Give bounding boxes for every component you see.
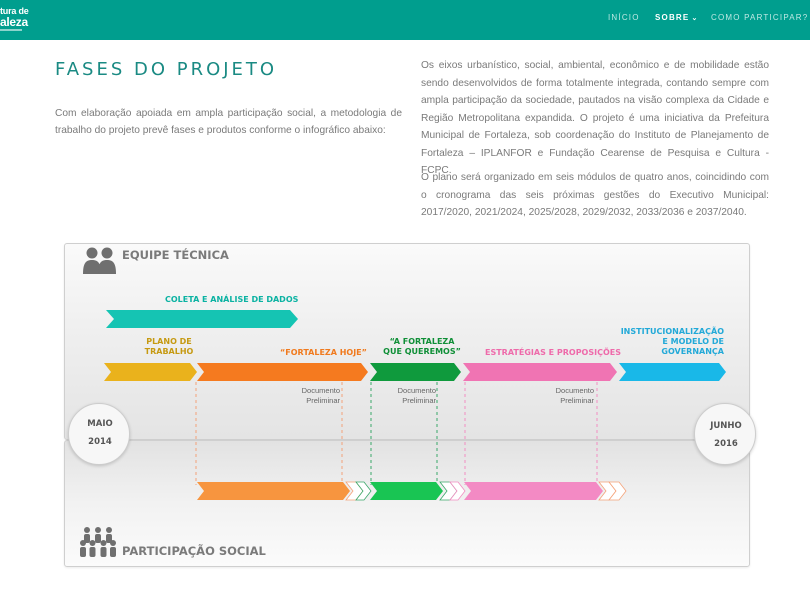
- nav-sobre[interactable]: SOBRE ⌄: [655, 13, 699, 22]
- phase-label-plano-text: PLANO DE TRABALHO: [144, 337, 194, 356]
- collection-arrow: [106, 310, 298, 328]
- phase-label-estrategias: ESTRATÉGIAS E PROPOSIÇÕES: [485, 348, 621, 357]
- phase-arrow-institucionalizacao: [619, 363, 726, 381]
- logo-underline: [0, 29, 22, 31]
- phase-arrow-plano: [104, 363, 197, 381]
- intro-paragraph: Com elaboração apoiada em ampla particip…: [55, 108, 402, 136]
- participation-arrow-estrategias: [464, 482, 603, 500]
- chevron-down-icon: ⌄: [691, 15, 699, 22]
- document-label-1: Documento Preliminar: [290, 386, 340, 405]
- phase-arrow-estrategias: [463, 363, 617, 381]
- participation-arrow-hoje: [197, 482, 350, 500]
- document-label-3-text: Documento Preliminar: [555, 386, 594, 405]
- phase-arrow-queremos: [370, 363, 461, 381]
- document-label-1-text: Documento Preliminar: [301, 386, 340, 405]
- nav-inicio[interactable]: INÍCIO: [608, 13, 640, 22]
- document-label-2-text: Documento Preliminar: [397, 386, 436, 405]
- phase-label-queremos: “A FORTALEZA QUE QUEREMOS”: [380, 337, 464, 357]
- document-label-2: Documento Preliminar: [386, 386, 436, 405]
- description-paragraph-1: Os eixos urbanístico, social, ambiental,…: [421, 60, 769, 176]
- phase-label-queremos-text: “A FORTALEZA QUE QUEREMOS”: [383, 337, 461, 356]
- phase-label-institucionalizacao-text: INSTITUCIONALIZAÇÃO E MODELO DE GOVERNAN…: [620, 327, 724, 356]
- description-paragraph-2: O plano será organizado em seis módulos …: [421, 172, 769, 218]
- start-year: 2014: [88, 437, 112, 447]
- end-year: 2016: [714, 439, 738, 449]
- end-date-badge: JUNHO 2016: [694, 403, 756, 465]
- participation-arrow-queremos: [370, 482, 443, 500]
- collection-label: COLETA E ANÁLISE DE DADOS: [165, 295, 299, 304]
- page-title: FASES DO PROJETO: [55, 59, 278, 80]
- nav-sobre-label: SOBRE: [655, 13, 690, 22]
- phase-arrow-hoje: [197, 363, 368, 381]
- phase-label-institucionalizacao: INSTITUCIONALIZAÇÃO E MODELO DE GOVERNAN…: [616, 327, 724, 357]
- start-date-badge: MAIO 2014: [68, 403, 130, 465]
- project-phases-infographic: EQUIPE TÉCNICA PARTICIPAÇÃO SOCIAL COLET…: [0, 235, 810, 609]
- phase-label-plano: PLANO DE TRABALHO: [143, 337, 195, 357]
- phase-label-hoje: “FORTALEZA HOJE”: [280, 348, 367, 357]
- end-month: JUNHO: [710, 421, 742, 431]
- logo-line-2: aleza: [0, 15, 28, 29]
- top-navigation-bar: tura de aleza INÍCIO SOBRE ⌄ COMO PARTICI…: [0, 0, 810, 40]
- document-label-3: Documento Preliminar: [544, 386, 594, 405]
- start-month: MAIO: [87, 419, 113, 429]
- site-logo[interactable]: tura de aleza: [0, 4, 48, 34]
- nav-como-participar[interactable]: COMO PARTICIPAR?: [711, 13, 808, 22]
